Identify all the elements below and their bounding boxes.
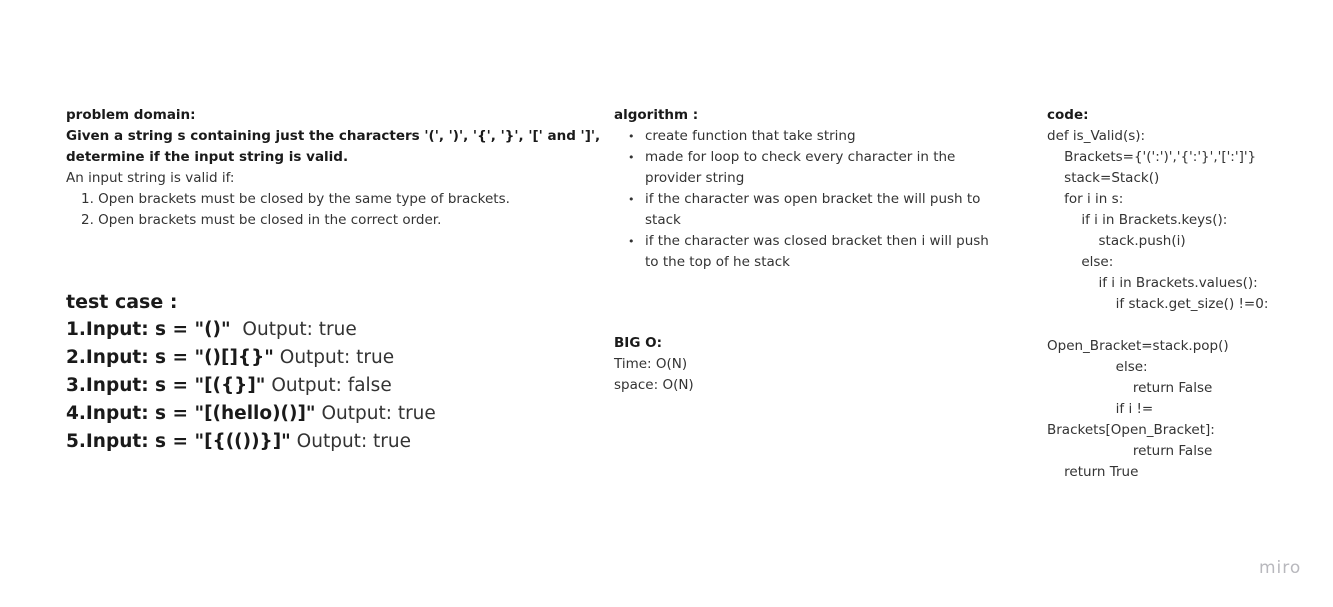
- algorithm-steps-list: • create function that take string • made …: [614, 126, 994, 273]
- algorithm-step: • create function that take string: [628, 126, 994, 147]
- algorithm-text[interactable]: algorithm : • create function that take s…: [614, 105, 994, 273]
- problem-intro: An input string is valid if:: [66, 170, 235, 186]
- problem-description-line-2: determine if the input string is valid.: [66, 149, 349, 165]
- code-line: return False: [1047, 380, 1213, 396]
- whiteboard-canvas[interactable]: problem domain: Given a string s contain…: [0, 0, 1333, 607]
- code-line: return False: [1047, 443, 1213, 459]
- problem-rule-2: 2. Open brackets must be closed in the c…: [81, 212, 442, 228]
- code-line: stack.push(i): [1047, 233, 1186, 249]
- test-case-1-output: Output: true: [230, 319, 357, 340]
- algorithm-step: • made for loop to check every character …: [628, 147, 994, 189]
- algorithm-step: • if the character was closed bracket the…: [628, 231, 994, 273]
- test-case-5-output: Output: true: [290, 431, 412, 452]
- test-cases-text[interactable]: test case : 1.Input: s = "()" Output: tr…: [66, 288, 586, 456]
- code-line: stack=Stack(): [1047, 170, 1160, 186]
- bullet-icon: •: [628, 235, 635, 248]
- test-case-3: 3.Input: s = "[({}]" Output: false: [66, 372, 586, 400]
- test-case-heading: test case :: [66, 291, 178, 313]
- test-case-2-input: 2.Input: s = "()[]{}": [66, 347, 274, 368]
- code-line: if i in Brackets.keys():: [1047, 212, 1228, 228]
- code-line: Brackets={'(':')','{':'}','[':']'}: [1047, 149, 1257, 165]
- code-line: else:: [1047, 254, 1114, 270]
- code-line: if stack.get_size() !=0:: [1047, 296, 1269, 312]
- test-case-2-output: Output: true: [273, 347, 395, 368]
- code-line: def is_Valid(s):: [1047, 128, 1146, 144]
- algorithm-heading: algorithm :: [614, 107, 699, 123]
- code-line-blank: ​: [1047, 315, 1307, 336]
- algorithm-step-text: made for loop to check every character i…: [645, 149, 956, 186]
- code-line: if i in Brackets.values():: [1047, 275, 1258, 291]
- test-case-1: 1.Input: s = "()" Output: true: [66, 316, 586, 344]
- big-o-space: space: O(N): [614, 377, 694, 393]
- problem-heading: problem domain:: [66, 107, 196, 123]
- test-case-1-input: 1.Input: s = "()": [66, 319, 231, 340]
- problem-rule-1: 1. Open brackets must be closed by the s…: [81, 191, 510, 207]
- test-case-4-output: Output: true: [315, 403, 436, 424]
- code-line: else:: [1047, 359, 1148, 375]
- bullet-icon: •: [628, 151, 635, 164]
- bullet-icon: •: [628, 130, 635, 143]
- test-case-3-input: 3.Input: s = "[({}]": [66, 375, 266, 396]
- code-line: if i !=: [1047, 401, 1154, 417]
- bullet-icon: •: [628, 193, 635, 206]
- code-line: return True: [1047, 464, 1139, 480]
- test-case-5-input: 5.Input: s = "[{(())}]": [66, 431, 291, 452]
- algorithm-step-text: if the character was closed bracket then…: [645, 233, 989, 270]
- algorithm-step-text: if the character was open bracket the wi…: [645, 191, 981, 228]
- test-case-2: 2.Input: s = "()[]{}" Output: true: [66, 344, 586, 372]
- code-line: Open_Bracket=stack.pop(): [1047, 338, 1229, 354]
- test-case-4: 4.Input: s = "[(hello)()]" Output: true: [66, 400, 586, 428]
- algorithm-step-text: create function that take string: [645, 128, 856, 144]
- problem-description-line-1: Given a string s containing just the cha…: [66, 128, 601, 144]
- test-case-5: 5.Input: s = "[{(())}]" Output: true: [66, 428, 586, 456]
- test-case-4-input: 4.Input: s = "[(hello)()]": [66, 403, 316, 424]
- big-o-heading: BIG O:: [614, 335, 662, 351]
- big-o-time: Time: O(N): [614, 356, 688, 372]
- code-heading: code:: [1047, 107, 1089, 123]
- test-case-3-output: Output: false: [265, 375, 392, 396]
- problem-domain-text[interactable]: problem domain: Given a string s contain…: [66, 105, 601, 231]
- big-o-text[interactable]: BIG O: Time: O(N) space: O(N): [614, 333, 914, 396]
- code-line: Brackets[Open_Bracket]:: [1047, 422, 1215, 438]
- code-line: for i in s:: [1047, 191, 1124, 207]
- code-text[interactable]: code: def is_Valid(s): Brackets={'(':')'…: [1047, 105, 1307, 483]
- miro-logo: miro: [1259, 558, 1302, 578]
- algorithm-step: • if the character was open bracket the w…: [628, 189, 994, 231]
